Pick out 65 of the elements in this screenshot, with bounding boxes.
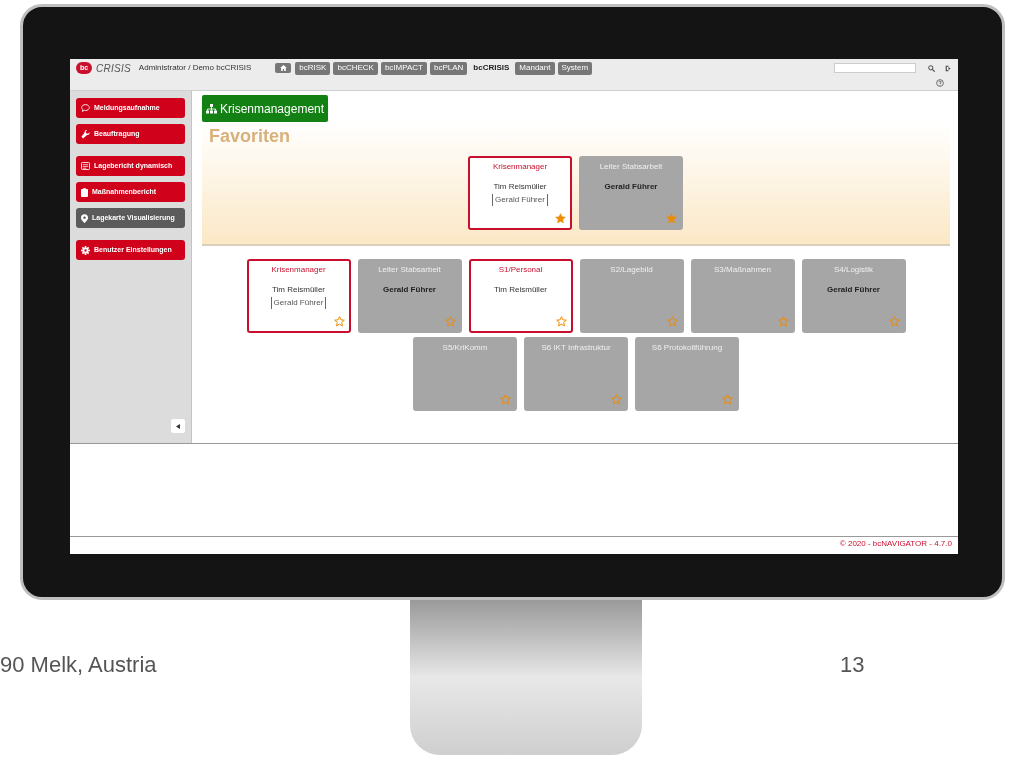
deputy-name: Gerald Führer <box>492 194 548 206</box>
star-icon[interactable] <box>666 316 678 327</box>
footer-text: © 2020 - bcNAVIGATOR - 4.7.0 <box>839 538 952 550</box>
role-title: S4/Logistik <box>833 264 874 276</box>
star-icon[interactable] <box>722 394 733 405</box>
role-card[interactable]: Leiter Stabsarbeit Gerald Führer <box>579 156 683 230</box>
role-title: S3/Maßnahmen <box>714 264 771 276</box>
person-name: Gerald Führer <box>604 181 658 193</box>
role-title: Krisenmanager <box>271 264 326 276</box>
person-name: Tim Reismüller <box>493 284 547 296</box>
home-button[interactable] <box>275 63 292 73</box>
role-title: S5/KriKomm <box>442 342 488 354</box>
person-name: Tim Reismüller <box>493 181 547 193</box>
star-icon[interactable] <box>555 316 567 327</box>
star-icon[interactable] <box>555 213 566 224</box>
speech-bubble-icon <box>81 104 90 112</box>
role-card[interactable]: Krisenmanager Tim Reismüller Gerald Führer <box>246 259 351 333</box>
user-path: Administrator / Demo bcCRISIS <box>138 62 252 74</box>
gear-icon <box>81 245 90 255</box>
report-icon <box>81 162 90 170</box>
role-card[interactable]: Leiter Stabsarbeit Gerald Führer <box>357 259 462 333</box>
role-title: S6 IKT Infrastruktur <box>541 342 611 354</box>
role-title: Leiter Stabsarbeit <box>378 264 441 276</box>
clipboard-icon <box>81 187 88 197</box>
nav-tab[interactable]: bcIMPACT <box>380 61 427 75</box>
role-card[interactable]: S1/Personal Tim Reismüller <box>468 259 573 333</box>
person-name: Gerald Führer <box>827 284 880 296</box>
search-field[interactable] <box>834 63 916 73</box>
star-icon[interactable] <box>666 213 677 224</box>
star-icon[interactable] <box>777 316 789 327</box>
search-icon[interactable] <box>928 64 935 72</box>
favorites-title: Favoriten <box>209 125 292 148</box>
slide-caption: 90 Melk, Austria <box>0 651 158 679</box>
map-pin-icon <box>81 213 88 223</box>
wrench-icon <box>81 129 90 139</box>
nav-tab[interactable]: Mandant <box>515 61 555 75</box>
role-title: S6 Protokollführung <box>651 342 723 354</box>
page-number: 13 <box>840 651 865 679</box>
nav-tab[interactable]: bcCRISIS <box>470 61 513 75</box>
caret-icon <box>176 423 180 429</box>
star-icon[interactable] <box>333 316 345 327</box>
role-title: S2/Lagebild <box>610 264 653 276</box>
star-icon[interactable] <box>611 394 622 405</box>
org-chart-icon <box>206 103 217 114</box>
help-icon[interactable] <box>936 79 944 87</box>
logout-icon[interactable] <box>945 64 952 72</box>
nav-tab[interactable]: bcCHECK <box>333 61 378 75</box>
role-card[interactable]: S4/Logistik Gerald Führer <box>801 259 906 333</box>
role-title: Leiter Stabsarbeit <box>599 161 663 173</box>
star-icon[interactable] <box>500 394 511 405</box>
person-name: Gerald Führer <box>383 284 436 296</box>
role-card[interactable]: Krisenmanager Tim Reismüller Gerald Führer <box>468 156 572 230</box>
product-name: CRISIS <box>96 61 131 76</box>
home-icon <box>279 65 287 71</box>
role-title: S1/Personal <box>498 264 543 276</box>
person-name: Tim Reismüller <box>271 284 325 296</box>
nav-tab[interactable]: System <box>557 61 593 75</box>
deputy-name: Gerald Führer <box>270 297 327 309</box>
nav-tab[interactable]: bcRISK <box>295 61 331 75</box>
section-button[interactable]: Krisenmanagement <box>202 95 329 122</box>
role-title: Krisenmanager <box>492 161 548 173</box>
nav-tab[interactable]: bcPLAN <box>430 61 468 75</box>
collapse-button[interactable] <box>171 419 185 433</box>
star-icon[interactable] <box>444 316 456 327</box>
star-icon[interactable] <box>888 316 900 327</box>
